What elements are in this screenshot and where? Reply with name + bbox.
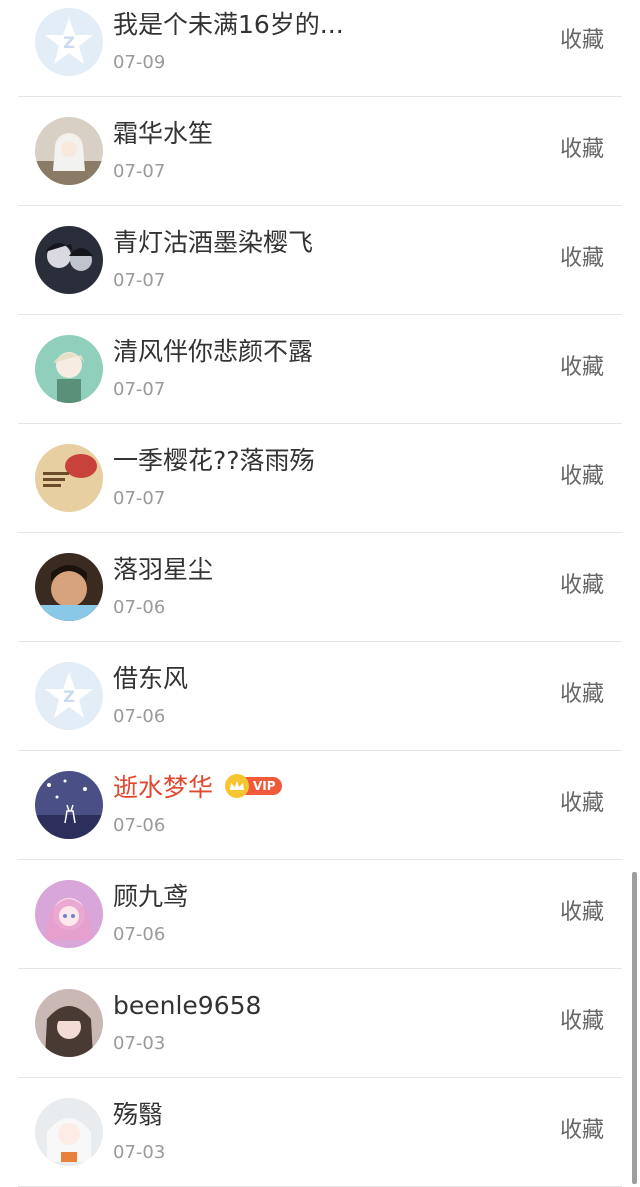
list-item[interactable]: 逝水梦华 VIP 07-06 收藏	[18, 751, 622, 860]
list-item[interactable]: 顾九鸢 07-06 收藏	[18, 860, 622, 969]
avatar[interactable]	[35, 989, 103, 1057]
avatar[interactable]: Z	[35, 662, 103, 730]
default-avatar-icon: Z	[35, 662, 103, 730]
user-name: 青灯沽酒墨染樱飞	[113, 228, 314, 257]
favorite-button[interactable]: 收藏	[560, 135, 604, 165]
date-label: 07-07	[113, 270, 166, 291]
svg-text:Z: Z	[63, 33, 75, 52]
anime-avatar-icon	[35, 880, 103, 948]
favorite-button[interactable]: 收藏	[560, 1116, 604, 1146]
avatar[interactable]: Z	[35, 8, 103, 76]
list-item[interactable]: beenle9658 07-03 收藏	[18, 969, 622, 1078]
date-label: 07-06	[113, 706, 166, 727]
user-name: 借东风	[113, 664, 189, 693]
favorite-button[interactable]: 收藏	[560, 26, 604, 56]
date-label: 07-06	[113, 815, 166, 836]
favorite-button[interactable]: 收藏	[560, 244, 604, 274]
avatar[interactable]	[35, 553, 103, 621]
svg-text:Z: Z	[63, 687, 75, 706]
list-item[interactable]: 落羽星尘 07-06 收藏	[18, 533, 622, 642]
night-scene-avatar-icon	[35, 771, 103, 839]
list-item[interactable]: 霜华水笙 07-07 收藏	[18, 97, 622, 206]
avatar[interactable]	[35, 444, 103, 512]
anime-avatar-icon	[35, 335, 103, 403]
user-name: beenle9658	[113, 991, 262, 1020]
date-label: 07-09	[113, 52, 166, 73]
scrollbar[interactable]	[632, 872, 637, 1184]
date-label: 07-07	[113, 161, 166, 182]
avatar[interactable]	[35, 335, 103, 403]
user-name: 一季樱花??落雨殇	[113, 446, 315, 475]
anime-avatar-icon	[35, 226, 103, 294]
user-name: 我是个未满16岁的...	[113, 10, 344, 39]
date-label: 07-07	[113, 379, 166, 400]
favorite-button[interactable]: 收藏	[560, 789, 604, 819]
date-label: 07-03	[113, 1033, 166, 1054]
date-label: 07-06	[113, 924, 166, 945]
date-label: 07-03	[113, 1142, 166, 1163]
user-name: 殇翳	[113, 1100, 164, 1129]
avatar[interactable]	[35, 1098, 103, 1166]
list-item[interactable]: 清风伴你悲颜不露 07-07 收藏	[18, 315, 622, 424]
user-name: 霜华水笙	[113, 119, 214, 148]
vip-badge[interactable]: VIP	[224, 774, 282, 798]
date-label: 07-06	[113, 597, 166, 618]
user-name: 顾九鸢	[113, 882, 189, 911]
drawing-avatar-icon	[35, 444, 103, 512]
date-label: 07-07	[113, 488, 166, 509]
anime-avatar-icon	[35, 117, 103, 185]
photo-avatar-icon	[35, 553, 103, 621]
avatar[interactable]	[35, 226, 103, 294]
user-name: 逝水梦华 VIP	[113, 771, 282, 805]
avatar[interactable]	[35, 771, 103, 839]
avatar[interactable]	[35, 880, 103, 948]
favorite-button[interactable]: 收藏	[560, 898, 604, 928]
list-item[interactable]: 一季樱花??落雨殇 07-07 收藏	[18, 424, 622, 533]
crown-icon	[224, 774, 249, 798]
favorites-list: Z 我是个未满16岁的... 07-09 收藏 霜华水笙 07-07 收藏 青灯…	[0, 0, 640, 1187]
default-avatar-icon: Z	[35, 8, 103, 76]
user-name: 清风伴你悲颜不露	[113, 337, 314, 366]
list-item[interactable]: Z 借东风 07-06 收藏	[18, 642, 622, 751]
anime-avatar-icon	[35, 989, 103, 1057]
favorite-button[interactable]: 收藏	[560, 571, 604, 601]
list-item[interactable]: 殇翳 07-03 收藏	[18, 1078, 622, 1187]
list-item[interactable]: 青灯沽酒墨染樱飞 07-07 收藏	[18, 206, 622, 315]
favorite-button[interactable]: 收藏	[560, 680, 604, 710]
favorite-button[interactable]: 收藏	[560, 462, 604, 492]
favorite-button[interactable]: 收藏	[560, 353, 604, 383]
user-name: 落羽星尘	[113, 555, 214, 584]
list-item[interactable]: Z 我是个未满16岁的... 07-09 收藏	[18, 0, 622, 97]
user-name-text: 逝水梦华	[113, 773, 214, 802]
avatar[interactable]	[35, 117, 103, 185]
favorite-button[interactable]: 收藏	[560, 1007, 604, 1037]
anime-avatar-icon	[35, 1098, 103, 1166]
